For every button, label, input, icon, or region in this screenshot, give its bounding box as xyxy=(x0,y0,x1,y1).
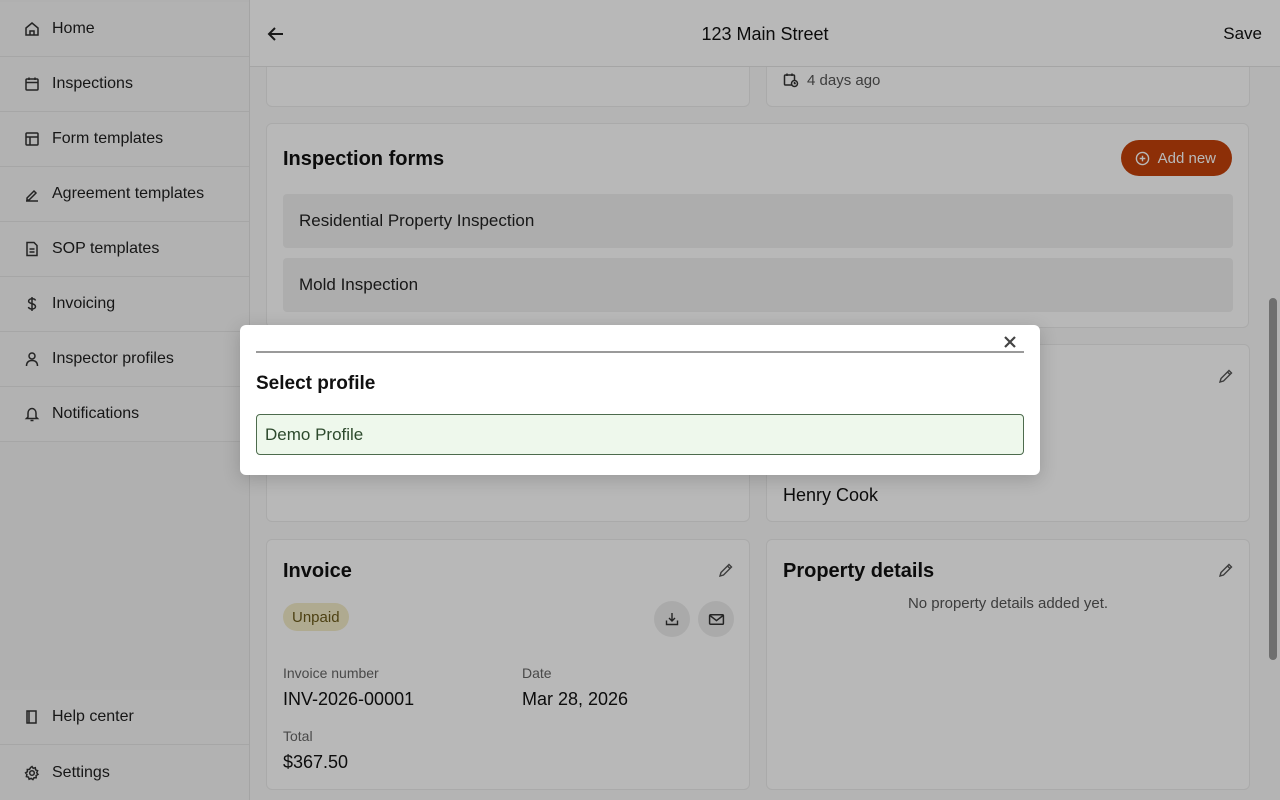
profile-option[interactable]: Demo Profile xyxy=(256,414,1024,455)
close-icon xyxy=(1004,336,1016,348)
dialog-divider xyxy=(256,351,1024,353)
select-profile-dialog: Select profile Demo Profile xyxy=(240,325,1040,475)
dialog-title: Select profile xyxy=(256,373,376,394)
